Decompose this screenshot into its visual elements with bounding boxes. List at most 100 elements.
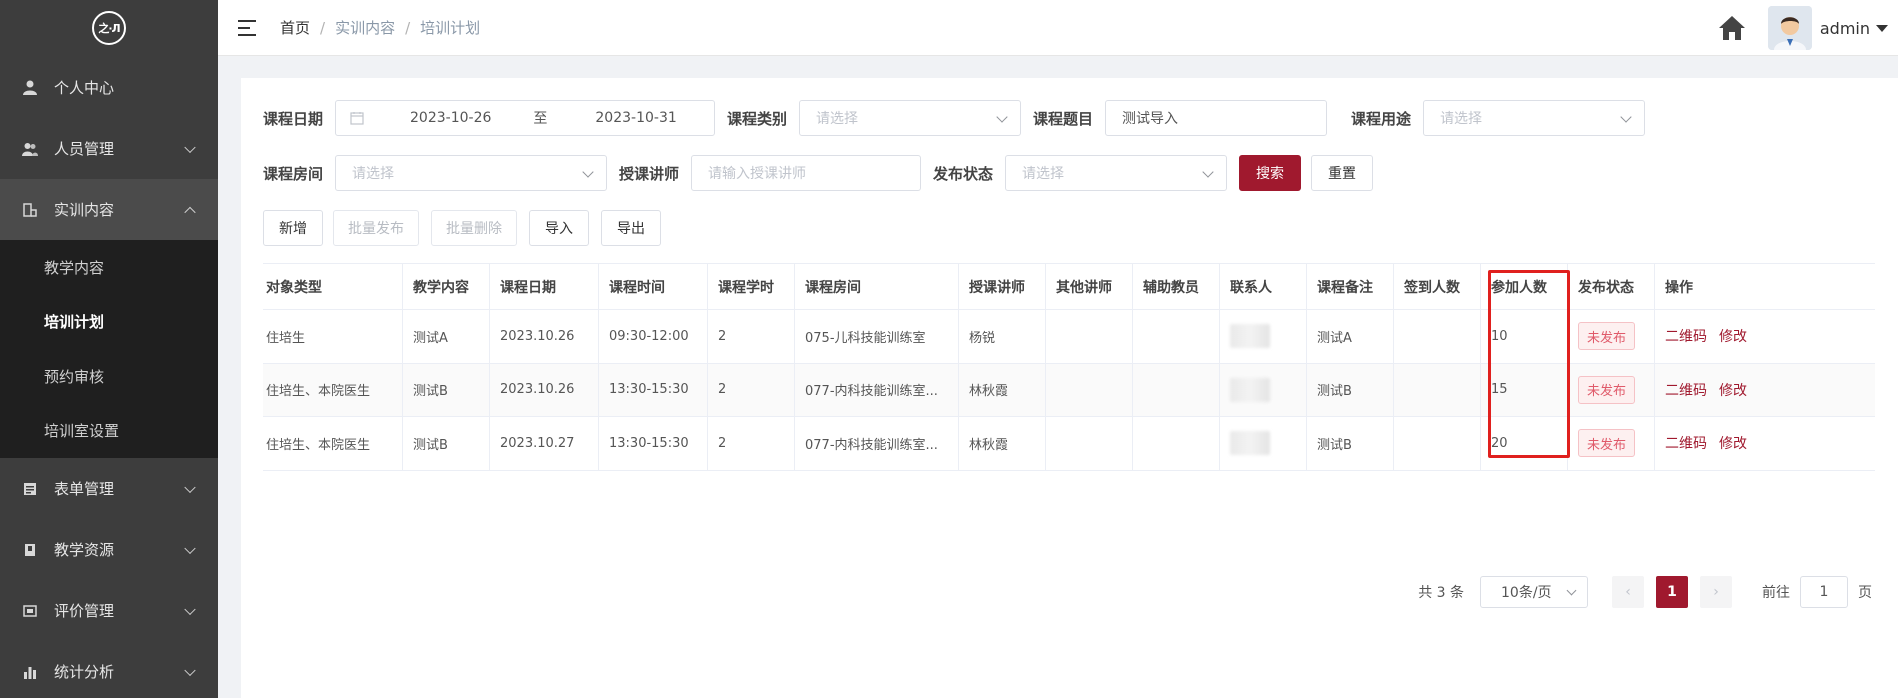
- edit-link[interactable]: 修改: [1719, 380, 1747, 400]
- sidebar-subitem-room-settings[interactable]: 培训室设置: [0, 404, 218, 459]
- category-select[interactable]: 请选择: [799, 100, 1022, 136]
- filter-row-1: 课程日期 2023-10-26 至 2023-10-31 课程类别 请选择 课程…: [263, 100, 1646, 136]
- filter-row-2: 课程房间 请选择 授课讲师 请输入授课讲师 发布状态 请选择 搜索 重置: [263, 155, 1374, 191]
- room-placeholder: 请选择: [352, 166, 395, 182]
- status-select[interactable]: 请选择: [1005, 155, 1228, 191]
- reset-button[interactable]: 重置: [1311, 155, 1374, 191]
- cell-teacher: 林秋霞: [959, 417, 1046, 470]
- col-object-type: 对象类型: [263, 264, 403, 309]
- cell-other-teacher: [1046, 310, 1133, 363]
- table-row: 住培生、本院医生 测试B 2023.10.27 13:30-15:30 2 07…: [263, 417, 1875, 471]
- cell-remark: 测试B: [1307, 417, 1394, 470]
- user-name[interactable]: admin: [1820, 19, 1870, 38]
- cell-operation: 二维码 修改: [1655, 417, 1875, 470]
- chevron-down-icon: [184, 542, 196, 554]
- breadcrumb-training-content[interactable]: 实训内容: [335, 17, 395, 38]
- qrcode-link[interactable]: 二维码: [1665, 380, 1707, 400]
- sidebar-item-personal-center[interactable]: 个人中心: [0, 56, 218, 118]
- export-button[interactable]: 导出: [601, 210, 661, 246]
- cell-assistant: [1133, 417, 1220, 470]
- status-badge: 未发布: [1578, 322, 1636, 351]
- sidebar-subitem-label: 预约审核: [44, 367, 105, 386]
- cell-signin: [1394, 417, 1481, 470]
- add-button[interactable]: 新增: [263, 210, 323, 246]
- cell-remark: 测试A: [1307, 310, 1394, 363]
- page-size-select[interactable]: 10条/页: [1480, 576, 1588, 608]
- chart-icon: [22, 664, 38, 680]
- sidebar-subitem-booking-review[interactable]: 预约审核: [0, 349, 218, 404]
- qrcode-link[interactable]: 二维码: [1665, 326, 1707, 346]
- usage-label: 课程用途: [1351, 109, 1412, 128]
- qrcode-link[interactable]: 二维码: [1665, 433, 1707, 453]
- sidebar-item-teaching-resources[interactable]: 教学资源: [0, 519, 218, 580]
- topic-label: 课程题目: [1033, 109, 1094, 128]
- prev-page-button[interactable]: ‹: [1612, 576, 1644, 608]
- home-icon[interactable]: [1718, 15, 1746, 41]
- toolbar: 新增 批量发布 批量删除 导入 导出: [263, 210, 661, 246]
- logo: 之·Л: [0, 0, 218, 56]
- cell-teacher: 林秋霞: [959, 363, 1046, 416]
- goto-label: 前往: [1762, 585, 1790, 601]
- room-select[interactable]: 请选择: [335, 155, 608, 191]
- cell-signin: [1394, 310, 1481, 363]
- cell-date: 2023.10.26: [490, 310, 599, 363]
- pagination: 共 3 条 10条/页 ‹ 1 › 前往 1 页: [1418, 576, 1872, 608]
- cell-room: 077-内科技能训练室...: [795, 417, 959, 470]
- sidebar-item-personnel[interactable]: 人员管理: [0, 118, 218, 179]
- cell-status: 未发布: [1568, 310, 1655, 363]
- cell-type: 住培生: [263, 310, 403, 363]
- search-button[interactable]: 搜索: [1239, 155, 1302, 191]
- page-number-button[interactable]: 1: [1656, 576, 1688, 608]
- teacher-input[interactable]: 请输入授课讲师: [691, 155, 922, 191]
- breadcrumb-separator: /: [320, 18, 326, 37]
- usage-select[interactable]: 请选择: [1423, 100, 1646, 136]
- cell-contact: [1220, 417, 1307, 470]
- cell-assistant: [1133, 310, 1220, 363]
- evaluate-icon: [22, 603, 38, 619]
- status-badge: 未发布: [1578, 375, 1636, 404]
- edit-link[interactable]: 修改: [1719, 326, 1747, 346]
- sidebar-item-training-content[interactable]: 实训内容: [0, 179, 218, 240]
- date-label: 课程日期: [263, 109, 324, 128]
- breadcrumb-home[interactable]: 首页: [280, 17, 310, 38]
- sidebar-item-statistics[interactable]: 统计分析: [0, 641, 218, 698]
- cell-type: 住培生、本院医生: [263, 417, 403, 470]
- sidebar-item-evaluation[interactable]: 评价管理: [0, 580, 218, 641]
- batch-delete-button[interactable]: 批量删除: [431, 210, 517, 246]
- col-operation: 操作: [1665, 279, 1693, 296]
- cell-content: 测试B: [403, 363, 490, 416]
- menu-toggle-icon[interactable]: [238, 19, 256, 36]
- cell-status: 未发布: [1568, 363, 1655, 416]
- date-start[interactable]: 2023-10-26: [410, 110, 491, 126]
- sidebar-subitem-teaching-content[interactable]: 教学内容: [0, 240, 218, 295]
- caret-down-icon[interactable]: [1876, 24, 1888, 32]
- date-range-separator: 至: [533, 111, 548, 127]
- cell-teacher: 杨锐: [959, 310, 1046, 363]
- status-placeholder: 请选择: [1022, 166, 1065, 182]
- import-button[interactable]: 导入: [529, 210, 589, 246]
- avatar[interactable]: [1767, 6, 1812, 50]
- cell-time: 13:30-15:30: [599, 363, 708, 416]
- topic-input[interactable]: 测试导入: [1105, 100, 1328, 136]
- col-date: 课程日期: [490, 264, 599, 309]
- col-attend: 参加人数: [1481, 264, 1568, 309]
- status-badge: 未发布: [1578, 429, 1636, 458]
- date-end[interactable]: 2023-10-31: [595, 110, 676, 126]
- header-right: admin: [1718, 0, 1898, 56]
- table-row: 住培生 测试A 2023.10.26 09:30-12:00 2 075-儿科技…: [263, 310, 1875, 364]
- cell-room: 077-内科技能训练室...: [795, 363, 959, 416]
- col-hours: 课程学时: [708, 264, 795, 309]
- batch-publish-button[interactable]: 批量发布: [333, 210, 419, 246]
- cell-time: 13:30-15:30: [599, 417, 708, 470]
- cell-other-teacher: [1046, 363, 1133, 416]
- cell-signin: [1394, 363, 1481, 416]
- next-page-button[interactable]: ›: [1700, 576, 1732, 608]
- sidebar-subitem-training-plan[interactable]: 培训计划: [0, 295, 218, 350]
- edit-link[interactable]: 修改: [1719, 433, 1747, 453]
- sidebar-item-forms[interactable]: 表单管理: [0, 458, 218, 519]
- status-label: 发布状态: [933, 164, 994, 183]
- goto-page-input[interactable]: 1: [1800, 576, 1848, 608]
- cell-time: 09:30-12:00: [599, 310, 708, 363]
- cell-hours: 2: [708, 417, 795, 470]
- date-range-picker[interactable]: 2023-10-26 至 2023-10-31: [335, 100, 716, 136]
